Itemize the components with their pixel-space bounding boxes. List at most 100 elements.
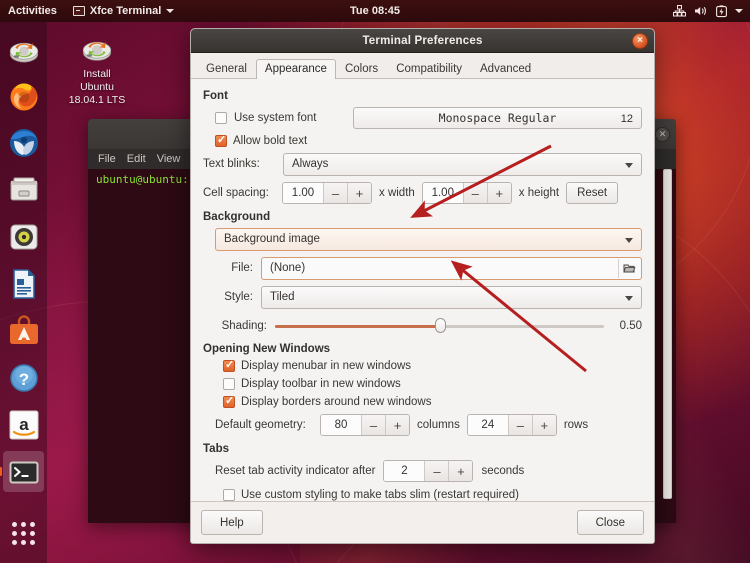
font-size-value: 12 xyxy=(620,113,633,125)
display-toolbar-row[interactable]: Display toolbar in new windows xyxy=(203,378,642,390)
tab-appearance[interactable]: Appearance xyxy=(255,59,336,79)
use-system-font-checkbox[interactable] xyxy=(215,112,227,124)
custom-tab-styling-row[interactable]: Use custom styling to make tabs slim (re… xyxy=(203,489,642,501)
dock-item-libreoffice-writer[interactable] xyxy=(3,263,44,304)
allow-bold-text-checkbox[interactable] xyxy=(215,134,227,147)
reset-tab-activity-spinner[interactable]: 2 – + xyxy=(383,460,474,482)
font-selector-button[interactable]: Monospace Regular 12 xyxy=(353,107,642,129)
slider-handle[interactable] xyxy=(434,318,446,333)
cell-spacing-reset-button[interactable]: Reset xyxy=(566,182,619,204)
tab-colors[interactable]: Colors xyxy=(336,59,387,79)
reset-tab-activity-plus-button[interactable]: + xyxy=(448,461,473,481)
terminal-close-button[interactable]: ✕ xyxy=(655,126,670,142)
allow-bold-text-row[interactable]: Allow bold text xyxy=(203,134,642,147)
cell-height-plus-button[interactable]: + xyxy=(486,183,511,203)
display-borders-checkbox[interactable] xyxy=(223,395,235,408)
dock-item-help[interactable]: ? xyxy=(3,357,44,398)
chevron-down-icon xyxy=(625,237,633,243)
top-panel[interactable]: Activities Xfce Terminal Tue 08:45 xyxy=(0,0,750,22)
rows-minus-button[interactable]: – xyxy=(507,415,532,435)
dock-item-rhythmbox[interactable] xyxy=(3,216,44,257)
text-blinks-value: Always xyxy=(292,158,329,170)
default-geometry-row[interactable]: Default geometry: 80 – + columns 24 – + … xyxy=(203,414,642,436)
dock-item-thunderbird[interactable] xyxy=(3,122,44,163)
dock-item-install-ubuntu[interactable] xyxy=(3,28,44,69)
background-mode-row[interactable]: Background image xyxy=(203,227,642,251)
text-blinks-combo[interactable]: Always xyxy=(283,152,642,176)
terminal-scrollbar[interactable] xyxy=(663,169,672,499)
close-button[interactable]: Close xyxy=(576,510,644,535)
battery-icon[interactable] xyxy=(716,4,727,18)
dock-item-ubuntu-software[interactable] xyxy=(3,310,44,351)
terminal-menu-file[interactable]: File xyxy=(98,153,116,165)
columns-plus-button[interactable]: + xyxy=(385,415,409,435)
clock[interactable]: Tue 08:45 xyxy=(342,0,408,22)
dock-item-amazon[interactable]: a xyxy=(3,404,44,445)
background-mode-combo[interactable]: Background image xyxy=(215,227,642,251)
background-file-row[interactable]: File: (None) xyxy=(203,256,642,280)
app-menu-label: Xfce Terminal xyxy=(89,5,162,17)
custom-tab-styling-checkbox[interactable] xyxy=(223,489,235,501)
amazon-icon: a xyxy=(9,410,38,439)
dialog-tab-bar[interactable]: General Appearance Colors Compatibility … xyxy=(191,53,654,79)
shading-slider[interactable] xyxy=(275,317,604,335)
cell-height-spinner[interactable]: 1.00 – + xyxy=(421,182,512,204)
cell-height-value[interactable]: 1.00 xyxy=(422,183,463,203)
dialog-close-icon[interactable]: × xyxy=(632,33,648,49)
background-style-value: Tiled xyxy=(270,291,295,303)
columns-minus-button[interactable]: – xyxy=(361,415,385,435)
cell-width-value[interactable]: 1.00 xyxy=(283,183,323,203)
reset-tab-activity-row[interactable]: Reset tab activity indicator after 2 – +… xyxy=(203,460,642,482)
reset-tab-activity-value[interactable]: 2 xyxy=(384,461,425,481)
display-borders-row[interactable]: Display borders around new windows xyxy=(203,395,642,408)
background-style-combo[interactable]: Tiled xyxy=(261,285,642,309)
reset-tab-activity-minus-button[interactable]: – xyxy=(424,461,449,481)
cell-height-minus-button[interactable]: – xyxy=(462,183,487,203)
rows-value[interactable]: 24 xyxy=(467,415,508,435)
show-applications-button[interactable] xyxy=(0,522,47,545)
display-toolbar-checkbox[interactable] xyxy=(223,378,235,390)
columns-spinner[interactable]: 80 – + xyxy=(320,414,410,436)
text-blinks-row[interactable]: Text blinks: Always xyxy=(203,152,642,176)
desktop-icon-install-ubuntu[interactable]: Install Ubuntu 18.04.1 LTS xyxy=(62,32,132,107)
background-shading-row[interactable]: Shading: 0.50 xyxy=(203,315,642,337)
display-menubar-row[interactable]: Display menubar in new windows xyxy=(203,359,642,372)
network-icon[interactable] xyxy=(673,5,686,17)
cell-width-plus-button[interactable]: + xyxy=(347,183,371,203)
cell-width-spinner[interactable]: 1.00 – + xyxy=(282,182,372,204)
help-button[interactable]: Help xyxy=(201,510,263,535)
app-menu-button[interactable]: Xfce Terminal xyxy=(65,0,182,22)
activities-button[interactable]: Activities xyxy=(0,0,65,22)
system-menu-chevron-down-icon[interactable] xyxy=(735,9,743,13)
tab-advanced[interactable]: Advanced xyxy=(471,59,540,79)
tab-compatibility[interactable]: Compatibility xyxy=(387,59,471,79)
ubuntu-dock[interactable]: ? a xyxy=(0,22,47,563)
font-section-title: Font xyxy=(203,90,228,102)
rows-plus-button[interactable]: + xyxy=(531,415,556,435)
terminal-menu-view[interactable]: View xyxy=(157,153,181,165)
tab-general[interactable]: General xyxy=(197,59,256,79)
dock-item-firefox[interactable] xyxy=(3,75,44,116)
display-menubar-checkbox[interactable] xyxy=(223,359,235,372)
background-style-row[interactable]: Style: Tiled xyxy=(203,285,642,309)
terminal-preferences-dialog[interactable]: Terminal Preferences × General Appearanc… xyxy=(190,28,655,544)
columns-value[interactable]: 80 xyxy=(321,415,361,435)
terminal-menu-edit[interactable]: Edit xyxy=(127,153,146,165)
use-system-font-row[interactable]: Use system font Monospace Regular 12 xyxy=(203,107,642,129)
appearance-tab-content: Font Use system font Monospace Regular 1… xyxy=(191,79,654,501)
reset-tab-activity-label: Reset tab activity indicator after xyxy=(215,465,376,477)
system-indicators[interactable] xyxy=(673,0,750,22)
open-folder-icon[interactable] xyxy=(618,258,640,278)
desktop-icon-label-line2: Ubuntu xyxy=(80,81,114,93)
dialog-titlebar[interactable]: Terminal Preferences × xyxy=(191,29,654,53)
dock-item-xfce-terminal[interactable] xyxy=(0,451,44,492)
cell-spacing-label: Cell spacing: xyxy=(203,187,269,199)
volume-icon[interactable] xyxy=(694,5,708,17)
dock-item-files[interactable] xyxy=(3,169,44,210)
cell-spacing-row[interactable]: Cell spacing: 1.00 – + x width 1.00 – + … xyxy=(203,182,642,204)
cell-width-minus-button[interactable]: – xyxy=(323,183,347,203)
background-file-entry[interactable]: (None) xyxy=(261,256,642,280)
rows-spinner[interactable]: 24 – + xyxy=(466,414,557,436)
clock-label: Tue 08:45 xyxy=(350,5,400,17)
terminal-icon xyxy=(72,6,85,16)
